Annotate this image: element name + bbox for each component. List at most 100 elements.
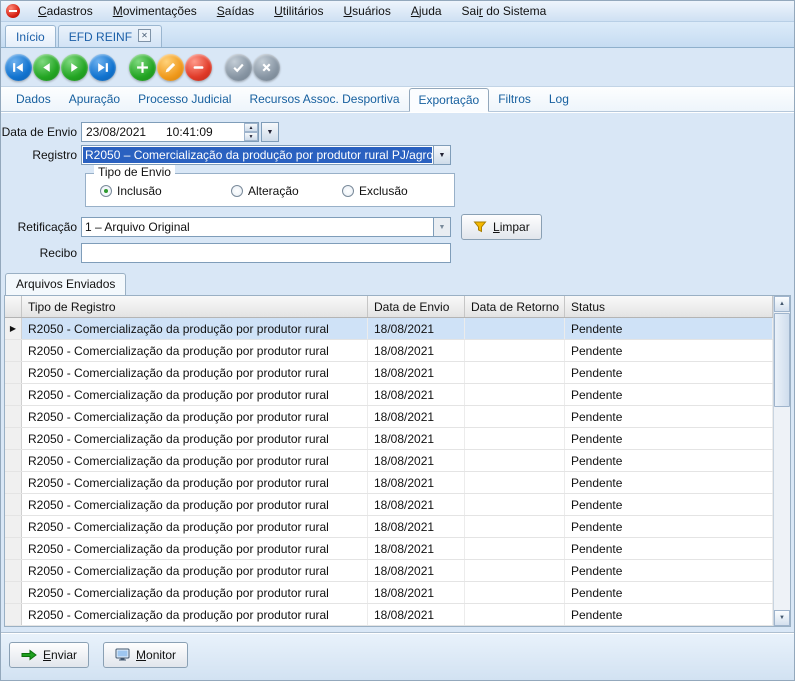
cell-tipo: R2050 - Comercialização da produção por … xyxy=(22,450,368,471)
menu-item-utilitarios[interactable]: Utilitários xyxy=(264,1,333,21)
cell-tipo: R2050 - Comercialização da produção por … xyxy=(22,560,368,581)
cell-tipo: R2050 - Comercialização da produção por … xyxy=(22,406,368,427)
spinner-up-icon[interactable]: ▲ xyxy=(244,123,258,132)
data-envio-label: Data de Envio xyxy=(1,125,81,139)
row-indicator: ▶ xyxy=(5,318,22,339)
subtab-processo-judicial[interactable]: Processo Judicial xyxy=(129,88,240,111)
scroll-down-button[interactable]: ▼ xyxy=(774,610,790,626)
registro-dropdown-icon[interactable]: ▼ xyxy=(433,146,450,164)
retificacao-combobox[interactable]: 1 – Arquivo Original ▼ xyxy=(81,217,451,237)
table-row[interactable]: R2050 - Comercialização da produção por … xyxy=(5,494,773,516)
cell-tipo: R2050 - Comercialização da produção por … xyxy=(22,384,368,405)
table-row[interactable]: ▶R2050 - Comercialização da produção por… xyxy=(5,318,773,340)
radio-label: Inclusão xyxy=(117,184,162,198)
subtab-log[interactable]: Log xyxy=(540,88,578,111)
tab-efd-reinf[interactable]: EFD REINF ✕ xyxy=(58,25,162,47)
cell-status: Pendente xyxy=(565,340,773,361)
table-row[interactable]: R2050 - Comercialização da produção por … xyxy=(5,560,773,582)
menu-item-ajuda[interactable]: Ajuda xyxy=(401,1,452,21)
cell-status: Pendente xyxy=(565,472,773,493)
tab-arquivos-enviados[interactable]: Arquivos Enviados xyxy=(5,273,126,295)
cell-tipo: R2050 - Comercialização da produção por … xyxy=(22,318,368,339)
edit-record-button[interactable] xyxy=(157,54,184,81)
nav-next-button[interactable] xyxy=(61,54,88,81)
previous-record-icon xyxy=(40,61,53,74)
table-row[interactable]: R2050 - Comercialização da produção por … xyxy=(5,516,773,538)
check-icon xyxy=(232,61,245,74)
subtab-exportacao[interactable]: Exportação xyxy=(409,88,490,112)
table-row[interactable]: R2050 - Comercialização da produção por … xyxy=(5,604,773,626)
monitor-button[interactable]: Monitor xyxy=(103,642,188,668)
grid-vertical-scrollbar[interactable]: ▲ ▼ xyxy=(773,296,790,626)
table-row[interactable]: R2050 - Comercialização da produção por … xyxy=(5,406,773,428)
scroll-up-button[interactable]: ▲ xyxy=(774,296,790,312)
cell-tipo: R2050 - Comercialização da produção por … xyxy=(22,472,368,493)
menu-item-sair-do-sistema[interactable]: Sair do Sistema xyxy=(452,1,557,21)
tab-inicio[interactable]: Início xyxy=(5,25,56,47)
spinner-down-icon[interactable]: ▼ xyxy=(244,132,258,141)
subtab-recursos-assoc-desportiva[interactable]: Recursos Assoc. Desportiva xyxy=(240,88,408,111)
plus-icon xyxy=(136,61,149,74)
row-indicator xyxy=(5,362,22,383)
column-header-data-de-retorno[interactable]: Data de Retorno xyxy=(465,296,565,317)
subtab-apuracao[interactable]: Apuração xyxy=(60,88,129,111)
cell-data-retorno xyxy=(465,340,565,361)
time-spinner[interactable]: ▲ ▼ xyxy=(244,123,258,141)
enviar-button[interactable]: Enviar xyxy=(9,642,89,668)
column-header-status[interactable]: Status xyxy=(565,296,773,317)
menu-item-movimentacoes[interactable]: Movimentações xyxy=(103,1,207,21)
data-envio-field[interactable]: 23/08/2021 10:41:09 ▲ ▼ xyxy=(81,122,259,142)
cell-data-retorno xyxy=(465,318,565,339)
table-row[interactable]: R2050 - Comercialização da produção por … xyxy=(5,428,773,450)
menu-item-usuarios[interactable]: Usuários xyxy=(333,1,400,21)
subtab-filtros[interactable]: Filtros xyxy=(489,88,540,111)
retificacao-dropdown-icon[interactable]: ▼ xyxy=(433,218,450,236)
send-arrow-icon xyxy=(21,649,37,661)
table-row[interactable]: R2050 - Comercialização da produção por … xyxy=(5,340,773,362)
menu-item-cadastros[interactable]: Cadastros xyxy=(28,1,103,21)
radio-icon xyxy=(342,185,354,197)
radio-alteracao[interactable]: Alteração xyxy=(231,184,342,198)
grid-tab-row: Arquivos Enviados xyxy=(1,273,794,295)
scroll-thumb[interactable] xyxy=(774,313,790,407)
cell-status: Pendente xyxy=(565,428,773,449)
record-toolbar xyxy=(1,48,794,87)
cancel-button[interactable] xyxy=(253,54,280,81)
date-dropdown-button[interactable]: ▼ xyxy=(261,122,279,142)
radio-label: Exclusão xyxy=(359,184,408,198)
column-header-tipo-de-registro[interactable]: Tipo de Registro xyxy=(22,296,368,317)
cell-tipo: R2050 - Comercialização da produção por … xyxy=(22,340,368,361)
radio-exclusao[interactable]: Exclusão xyxy=(342,184,408,198)
cell-tipo: R2050 - Comercialização da produção por … xyxy=(22,516,368,537)
row-indicator xyxy=(5,472,22,493)
table-row[interactable]: R2050 - Comercialização da produção por … xyxy=(5,362,773,384)
cell-data-envio: 18/08/2021 xyxy=(368,318,465,339)
subtab-dados[interactable]: Dados xyxy=(7,88,60,111)
confirm-button[interactable] xyxy=(225,54,252,81)
nav-previous-button[interactable] xyxy=(33,54,60,81)
nav-first-button[interactable] xyxy=(5,54,32,81)
cell-data-retorno xyxy=(465,538,565,559)
cell-data-retorno xyxy=(465,516,565,537)
radio-label: Alteração xyxy=(248,184,299,198)
table-row[interactable]: R2050 - Comercialização da produção por … xyxy=(5,384,773,406)
close-tab-icon[interactable]: ✕ xyxy=(138,29,151,42)
app-icon[interactable] xyxy=(6,4,20,18)
tab-label: Início xyxy=(16,30,45,44)
enviar-label: Enviar xyxy=(43,648,77,662)
table-row[interactable]: R2050 - Comercialização da produção por … xyxy=(5,472,773,494)
limpar-button[interactable]: Limpar xyxy=(461,214,542,240)
nav-last-button[interactable] xyxy=(89,54,116,81)
column-header-data-de-envio[interactable]: Data de Envio xyxy=(368,296,465,317)
menu-item-saidas[interactable]: Saídas xyxy=(207,1,264,21)
delete-record-button[interactable] xyxy=(185,54,212,81)
recibo-input[interactable] xyxy=(81,243,451,263)
add-record-button[interactable] xyxy=(129,54,156,81)
registro-combobox[interactable]: R2050 – Comercialização da produção por … xyxy=(81,145,451,165)
tipo-envio-title: Tipo de Envio xyxy=(94,165,175,179)
table-row[interactable]: R2050 - Comercialização da produção por … xyxy=(5,538,773,560)
row-indicator xyxy=(5,406,22,427)
table-row[interactable]: R2050 - Comercialização da produção por … xyxy=(5,582,773,604)
radio-inclusao[interactable]: Inclusão xyxy=(100,184,231,198)
table-row[interactable]: R2050 - Comercialização da produção por … xyxy=(5,450,773,472)
